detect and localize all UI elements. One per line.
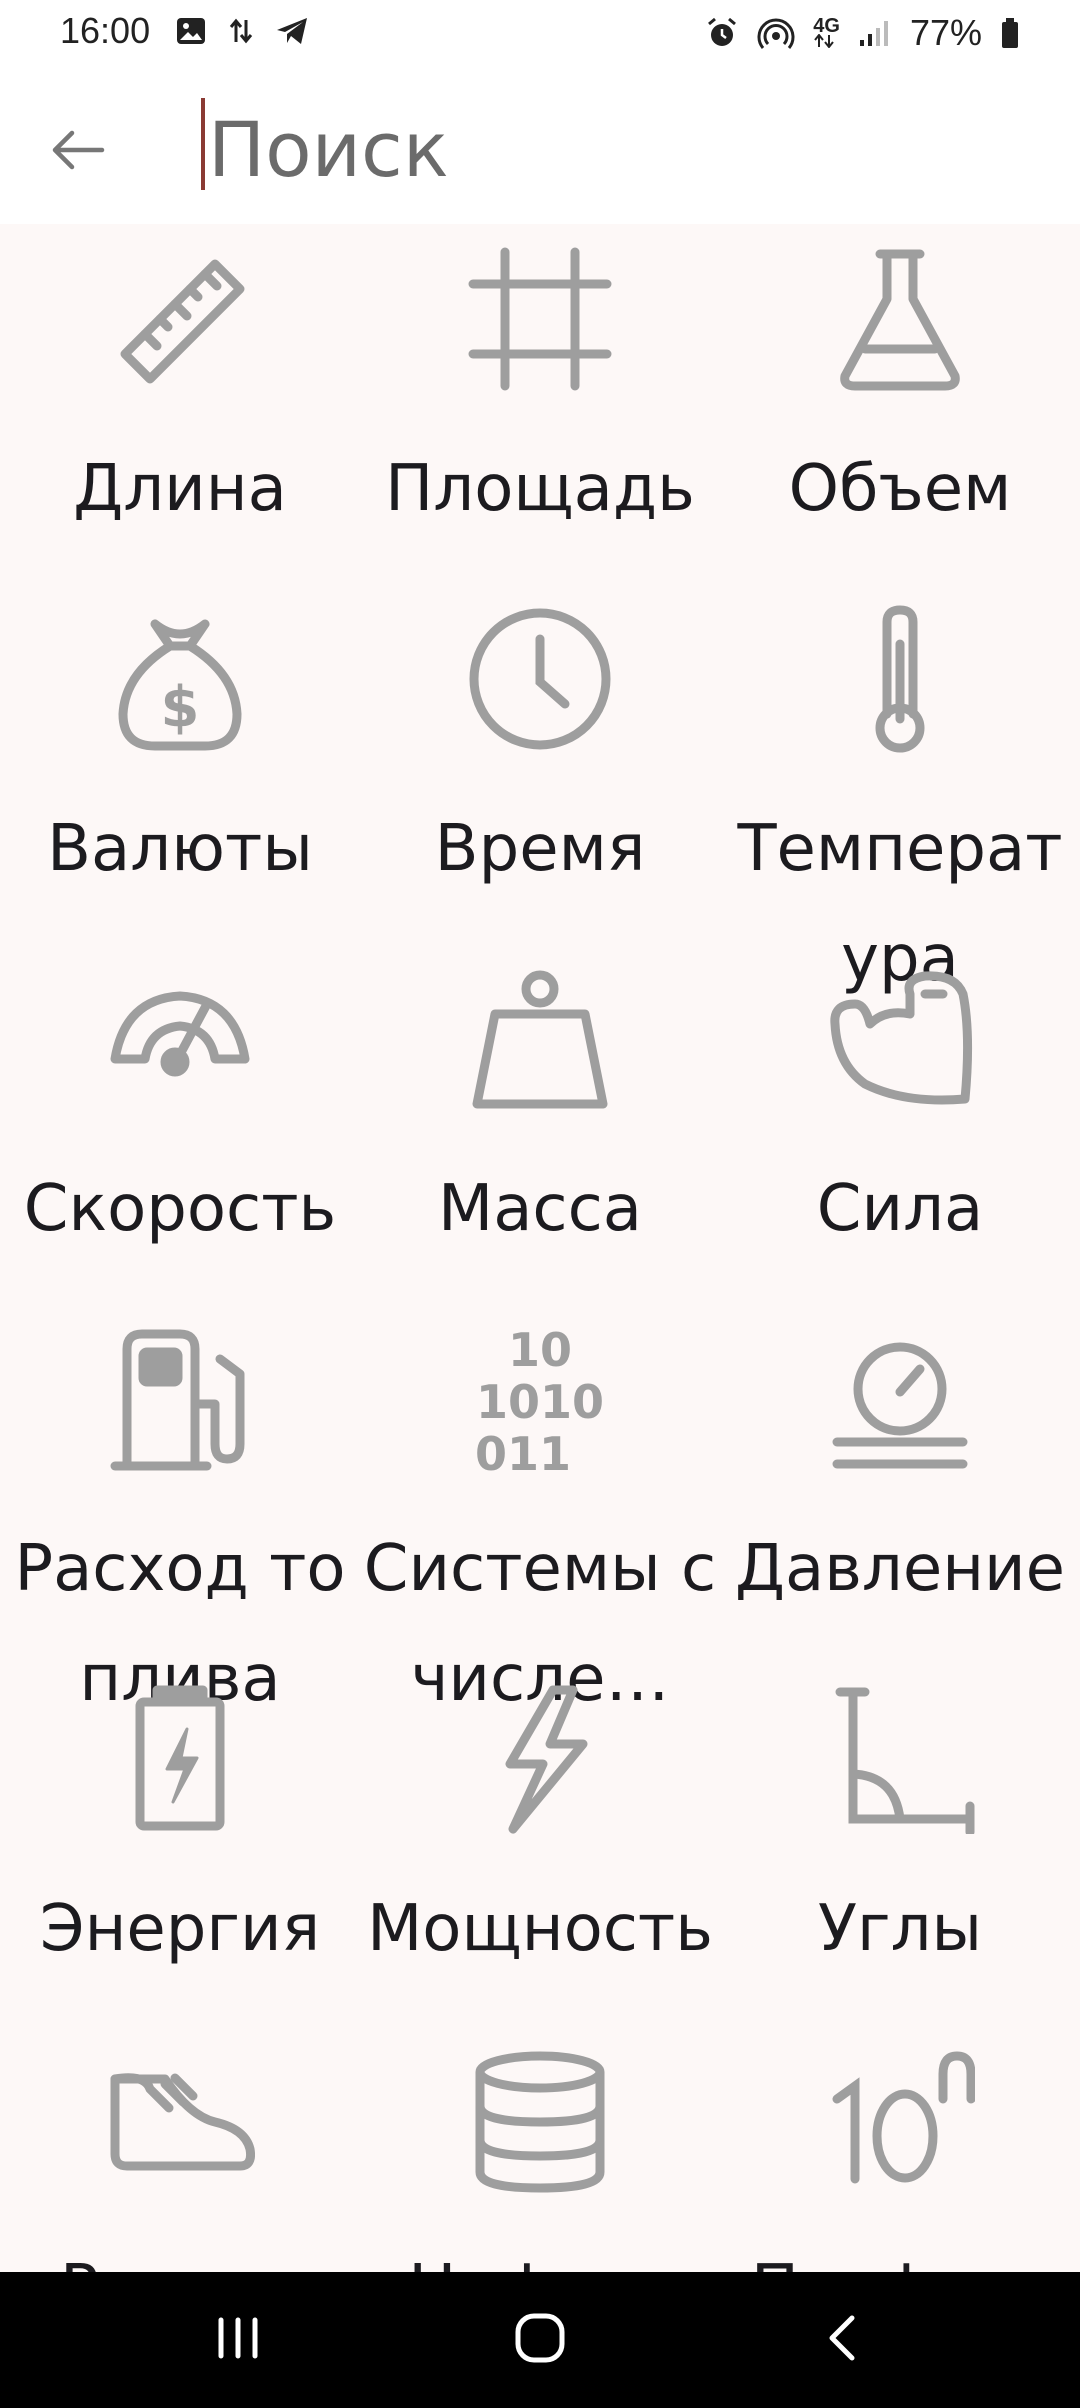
svg-text:10: 10 xyxy=(508,1324,572,1377)
category-grid: Длина Площадь Объем $ Валюты Время Темпе… xyxy=(0,224,1080,2272)
category-label: Размер xyxy=(0,2234,360,2272)
fuel-pump-icon xyxy=(105,1324,255,1474)
category-angles[interactable]: Углы xyxy=(720,1664,1080,2024)
category-energy[interactable]: Энергия xyxy=(0,1664,360,2024)
category-area[interactable]: Площадь xyxy=(360,224,720,584)
chevron-left-icon xyxy=(822,2312,862,2368)
category-label: Длина xyxy=(73,452,287,526)
exponent-icon xyxy=(825,2044,975,2194)
category-label: Префикс xyxy=(720,2234,1080,2272)
angle-icon xyxy=(825,1684,975,1834)
category-length[interactable]: Длина xyxy=(0,224,360,584)
category-temperature[interactable]: Температура xyxy=(720,584,1080,996)
svg-text:011: 011 xyxy=(475,1427,571,1474)
clock-icon xyxy=(465,604,615,754)
category-speed[interactable]: Скорость xyxy=(0,944,360,1304)
speedometer-icon xyxy=(105,964,255,1114)
category-label: Время xyxy=(434,812,646,886)
database-icon xyxy=(465,2044,615,2194)
status-time: 16:00 xyxy=(60,10,151,51)
status-bar: 16:00 4G 77% xyxy=(0,0,1080,64)
money-bag-icon: $ xyxy=(105,604,255,754)
weight-icon xyxy=(465,964,615,1114)
data-transfer-icon xyxy=(229,16,253,46)
category-volume[interactable]: Объем xyxy=(720,224,1080,584)
back-button[interactable] xyxy=(30,104,126,200)
network-type: 4G xyxy=(813,15,840,37)
muscle-icon xyxy=(825,964,975,1114)
image-icon xyxy=(175,16,207,46)
home-icon xyxy=(514,2312,566,2368)
category-size[interactable]: Размер xyxy=(0,2024,360,2272)
category-force[interactable]: Сила xyxy=(720,944,1080,1304)
category-label: Площадь xyxy=(385,452,695,526)
shoe-icon xyxy=(105,2044,255,2194)
category-label: Скорость xyxy=(23,1172,337,1246)
area-icon xyxy=(465,244,615,394)
category-label: Сила xyxy=(816,1172,984,1246)
category-fuel-consumption[interactable]: Расход топлива xyxy=(0,1304,360,1716)
category-digital[interactable]: Цифров xyxy=(360,2024,720,2272)
category-number-systems[interactable]: 10 1010 011 Системы счисле… xyxy=(360,1304,720,1716)
pressure-gauge-icon xyxy=(825,1324,975,1474)
battery-icon xyxy=(1000,17,1020,49)
recent-apps-button[interactable] xyxy=(193,2300,283,2380)
category-mass[interactable]: Масса xyxy=(360,944,720,1304)
signal-icon xyxy=(858,18,892,48)
category-label: Цифров xyxy=(360,2234,720,2272)
battery-icon xyxy=(105,1684,255,1834)
category-label: Углы xyxy=(817,1892,983,1966)
4g-icon: 4G xyxy=(813,15,840,48)
flask-icon xyxy=(825,244,975,394)
ruler-icon xyxy=(105,244,255,394)
category-label: Валюты xyxy=(47,812,313,886)
category-label: Объем xyxy=(788,452,1012,526)
category-pressure[interactable]: Давление xyxy=(720,1304,1080,1664)
category-label: Масса xyxy=(437,1172,643,1246)
hotspot-icon xyxy=(757,16,795,50)
svg-text:1010: 1010 xyxy=(476,1375,604,1429)
battery-percent: 77% xyxy=(909,12,982,53)
back-nav-button[interactable] xyxy=(797,2300,887,2380)
thermometer-icon xyxy=(825,604,975,754)
category-label: Мощность xyxy=(367,1892,713,1966)
category-label: Давление xyxy=(734,1532,1066,1606)
lightning-icon xyxy=(465,1684,615,1834)
category-label: Энергия xyxy=(39,1892,321,1966)
text-caret xyxy=(201,98,205,190)
alarm-icon xyxy=(705,16,739,50)
search-input[interactable] xyxy=(200,94,1028,204)
home-button[interactable] xyxy=(495,2300,585,2380)
recent-apps-icon xyxy=(213,2316,263,2364)
telegram-icon xyxy=(275,16,309,46)
category-prefix[interactable]: Префикс xyxy=(720,2024,1080,2272)
arrow-back-icon xyxy=(50,128,106,176)
app-bar xyxy=(0,64,1080,224)
category-time[interactable]: Время xyxy=(360,584,720,944)
category-currency[interactable]: $ Валюты xyxy=(0,584,360,944)
category-power[interactable]: Мощность xyxy=(360,1664,720,2024)
binary-icon: 10 1010 011 xyxy=(465,1324,615,1474)
system-nav-bar xyxy=(0,2272,1080,2408)
svg-text:$: $ xyxy=(161,675,200,740)
